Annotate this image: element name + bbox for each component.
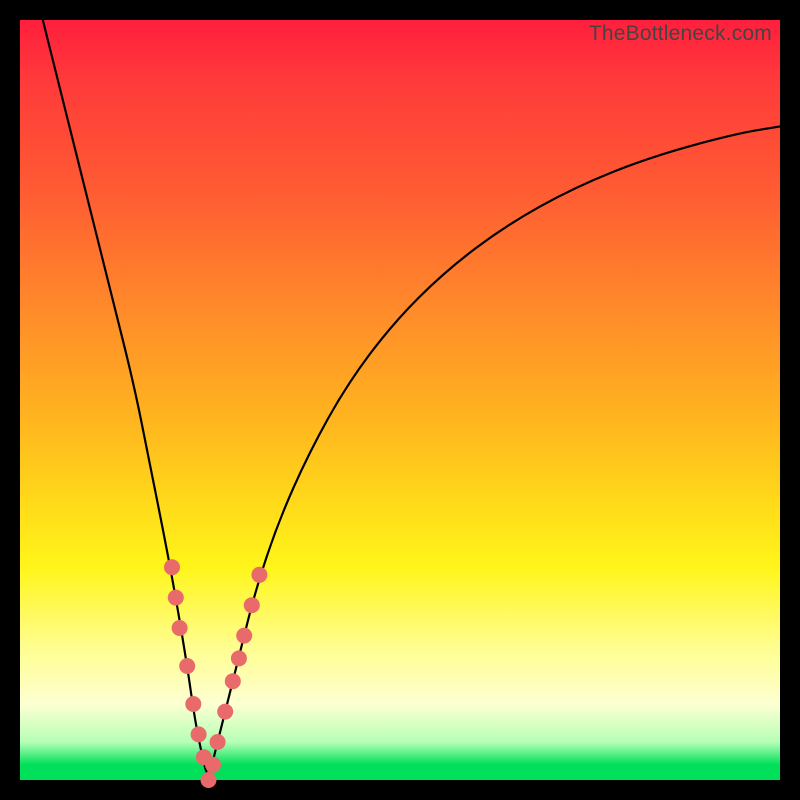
watermark-text: TheBottleneck.com	[589, 22, 772, 46]
curve-marker	[236, 628, 252, 644]
chart-frame: TheBottleneck.com	[20, 20, 780, 780]
curve-marker	[205, 757, 221, 773]
chart-svg	[20, 20, 780, 780]
curve-marker	[217, 704, 233, 720]
curve-marker	[179, 658, 195, 674]
curve-marker	[225, 673, 241, 689]
curve-marker	[210, 734, 226, 750]
curve-marker	[172, 620, 188, 636]
curve-marker	[164, 559, 180, 575]
curve-marker	[231, 650, 247, 666]
curve-marker	[201, 772, 217, 788]
curve-marker	[168, 590, 184, 606]
curve-marker	[251, 567, 267, 583]
curve-marker	[191, 726, 207, 742]
curve-marker	[185, 696, 201, 712]
curve-marker	[244, 597, 260, 613]
bottleneck-curve	[43, 20, 780, 774]
